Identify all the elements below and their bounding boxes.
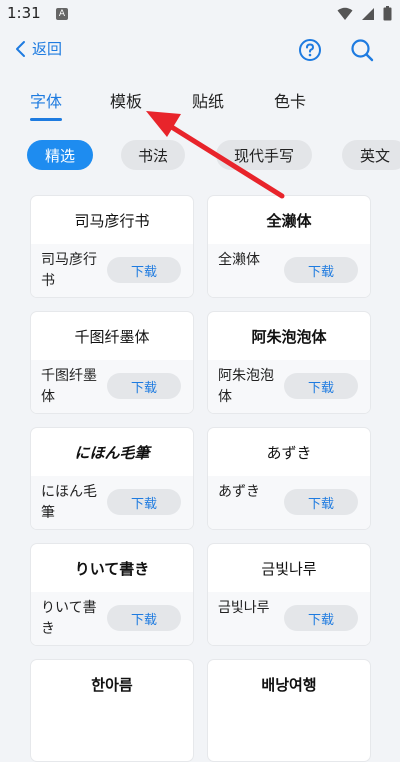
download-button[interactable]: 下载 xyxy=(284,257,358,283)
font-card[interactable]: にほん毛筆 にほん毛筆 下载 xyxy=(30,427,194,530)
status-time: 1:31 xyxy=(7,4,41,22)
font-name: 司马彦行书 xyxy=(41,252,97,289)
font-card[interactable]: 阿朱泡泡体 阿朱泡泡体 下载 xyxy=(207,311,371,414)
tab-templates[interactable]: 模板 xyxy=(110,88,142,112)
chip-modern-handwriting[interactable]: 现代手写 xyxy=(216,140,312,170)
font-name: にほん毛筆 xyxy=(41,484,97,521)
card-footer: 司马彦行书 下载 xyxy=(31,244,193,297)
font-name: 千图纤墨体 xyxy=(41,368,97,405)
font-preview: 司马彦行书 xyxy=(74,211,150,230)
active-tab-indicator xyxy=(30,118,62,121)
font-preview: にほん毛筆 xyxy=(74,443,150,462)
font-card[interactable]: 금빛나루 금빛나루 下载 xyxy=(207,543,371,646)
back-button[interactable]: 返回 xyxy=(14,38,62,59)
card-footer: にほん毛筆 下载 xyxy=(31,476,193,529)
font-card[interactable]: 全濑体 全濑体 下载 xyxy=(207,195,371,298)
tab-color-cards[interactable]: 色卡 xyxy=(274,88,306,112)
download-button[interactable]: 下载 xyxy=(107,605,181,631)
chip-calligraphy[interactable]: 书法 xyxy=(121,140,185,170)
filter-chips: 精选 书法 现代手写 英文 xyxy=(0,140,400,172)
chip-english[interactable]: 英文 xyxy=(342,140,400,170)
notification-icon: A xyxy=(56,8,68,20)
search-button[interactable] xyxy=(350,38,374,66)
font-card[interactable]: 千图纤墨体 千图纤墨体 下载 xyxy=(30,311,194,414)
top-bar: 返回 xyxy=(0,30,400,70)
card-footer: りいて書き 下载 xyxy=(31,592,193,645)
font-preview: 阿朱泡泡体 xyxy=(251,327,327,346)
help-icon xyxy=(299,39,321,61)
search-icon xyxy=(351,39,374,62)
font-preview: 한아름 xyxy=(91,675,133,694)
download-button[interactable]: 下载 xyxy=(107,257,181,283)
category-tabs: 字体 模板 贴纸 色卡 xyxy=(0,88,400,124)
chip-featured[interactable]: 精选 xyxy=(27,140,93,170)
card-footer: あずき 下载 xyxy=(208,476,370,529)
tab-fonts[interactable]: 字体 xyxy=(30,88,62,112)
font-name: 금빛나루 xyxy=(218,600,270,616)
font-card[interactable]: 한아름 xyxy=(30,659,194,762)
back-label: 返回 xyxy=(32,40,63,58)
font-card[interactable]: 배낭여행 xyxy=(207,659,371,762)
font-name: りいて書き xyxy=(41,600,97,637)
status-icons xyxy=(337,6,392,21)
font-preview: りいて書き xyxy=(74,559,150,578)
font-preview: あずき xyxy=(266,443,312,462)
font-card[interactable]: あずき あずき 下载 xyxy=(207,427,371,530)
help-button[interactable] xyxy=(298,38,322,66)
font-name: あずき xyxy=(218,484,260,500)
download-button[interactable]: 下载 xyxy=(107,489,181,515)
font-preview: 千图纤墨体 xyxy=(74,327,150,346)
font-card[interactable]: 司马彦行书 司马彦行书 下载 xyxy=(30,195,194,298)
font-preview: 금빛나루 xyxy=(261,559,317,578)
signal-icon xyxy=(362,7,374,20)
card-footer: 阿朱泡泡体 下载 xyxy=(208,360,370,413)
card-footer: 千图纤墨体 下载 xyxy=(31,360,193,413)
card-footer: 全濑体 下载 xyxy=(208,244,370,297)
font-preview: 배낭여행 xyxy=(261,675,317,694)
font-name: 阿朱泡泡体 xyxy=(218,368,274,405)
card-footer: 금빛나루 下载 xyxy=(208,592,370,645)
chevron-left-icon xyxy=(16,40,25,57)
status-bar: 1:31 A xyxy=(0,0,400,28)
download-button[interactable]: 下载 xyxy=(284,489,358,515)
font-name: 全濑体 xyxy=(218,252,260,268)
download-button[interactable]: 下载 xyxy=(284,605,358,631)
download-button[interactable]: 下载 xyxy=(284,373,358,399)
wifi-icon xyxy=(337,7,353,20)
tab-stickers[interactable]: 贴纸 xyxy=(192,88,224,112)
font-card[interactable]: りいて書き りいて書き 下载 xyxy=(30,543,194,646)
download-button[interactable]: 下载 xyxy=(107,373,181,399)
battery-icon xyxy=(383,6,392,21)
font-preview: 全濑体 xyxy=(266,211,312,230)
